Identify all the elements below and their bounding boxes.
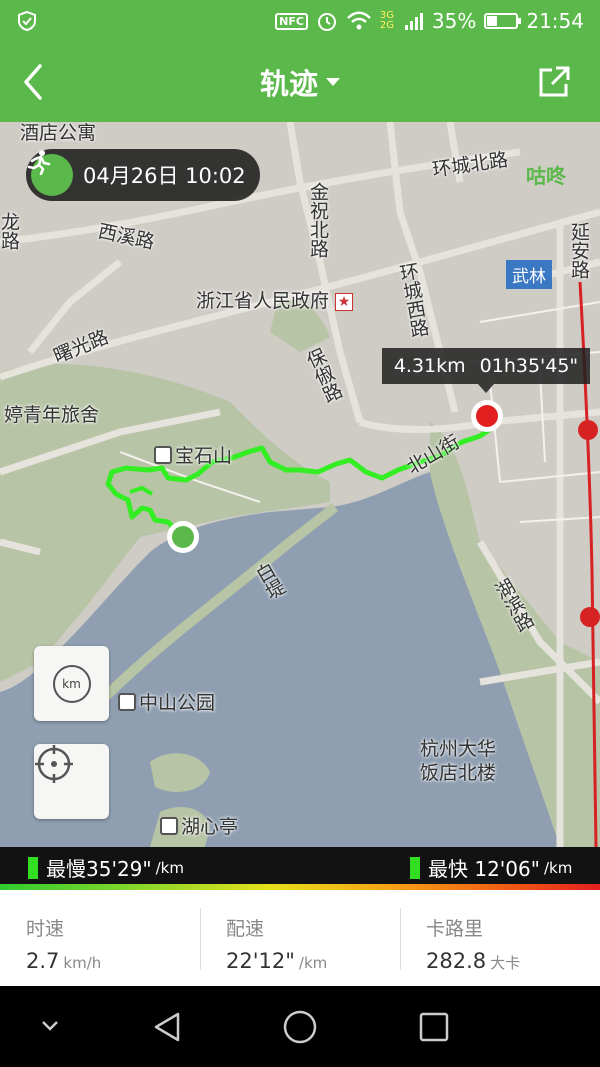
fastest-pace-label: 最快 12'06" (428, 857, 540, 881)
pace-unit: /km (543, 858, 573, 877)
recents-square-icon[interactable] (418, 1011, 450, 1043)
metro-station-label: 武林 (506, 260, 552, 289)
km-icon: km (52, 664, 91, 703)
activity-time-pill: 04月26日 10:02 (26, 149, 260, 201)
slow-swatch (28, 856, 38, 879)
map-label: 龙路 (0, 212, 20, 250)
stat-label: 配速 (226, 918, 265, 940)
poi-label: 宝石山 (175, 445, 233, 467)
status-bar: NFC 3G 2G 35% 21:54 (0, 0, 600, 42)
stat-unit: /km (298, 954, 328, 972)
track-summary-tooltip: 4.31km 01h35'45" (382, 348, 590, 393)
stat-label: 时速 (26, 918, 65, 940)
km-markers-button[interactable]: km (34, 646, 109, 721)
map-label: 金祝北路 (307, 182, 329, 258)
crosshair-icon (35, 745, 73, 783)
poi-label: 浙江省人民政府 (196, 290, 330, 312)
speed-legend: 最慢35'29" /km 最快 12'06" /km (0, 847, 600, 884)
locate-button[interactable] (34, 744, 109, 819)
status-time: 21:54 (526, 9, 584, 33)
map-label: 婷青年旅舍 (4, 404, 100, 426)
map-label: 杭州大华 (420, 738, 497, 760)
alarm-icon (317, 13, 336, 31)
stat-speed: 时速 2.7 km/h (0, 890, 200, 986)
slowest-pace-label: 最慢35'29" (46, 857, 152, 881)
signal-icon (404, 13, 423, 30)
shield-icon (18, 10, 36, 32)
share-external-icon[interactable] (536, 64, 572, 100)
battery-icon (484, 13, 522, 29)
scenic-icon (160, 817, 178, 835)
track-type-dropdown[interactable]: 轨迹 (0, 42, 600, 122)
battery-percent: 35% (431, 9, 477, 33)
pace-unit: /km (155, 858, 184, 877)
battery-fill (487, 16, 498, 26)
nfc-icon: NFC (275, 12, 308, 30)
stat-pace: 配速 22'12"/km (200, 890, 400, 986)
track-duration: 01h35'45" (479, 355, 579, 377)
map-view[interactable]: 酒店公寓 环城北路 咕咚 西溪路 金祝北路 延安路 武林 浙江省人民政府 ★ 曙… (0, 122, 600, 847)
park-icon (118, 693, 136, 711)
stat-value: 2.7 (26, 949, 60, 973)
poi-label: 湖心亭 (181, 816, 239, 838)
map-background (0, 122, 600, 847)
start-marker-icon[interactable] (164, 518, 202, 556)
km-button-label: km (62, 676, 81, 691)
end-marker-icon[interactable] (468, 397, 506, 435)
map-label: 酒店公寓 (20, 122, 97, 144)
stat-unit: 大卡 (490, 954, 521, 972)
network-type: 3G 2G (379, 10, 395, 31)
stats-panel: 时速 2.7 km/h 配速 22'12"/km 卡路里 282.8 大卡 (0, 890, 600, 986)
stat-unit: km/h (63, 954, 102, 972)
slowest-pace: 最慢35'29" /km (28, 853, 184, 882)
caret-down-icon (326, 78, 340, 86)
gudong-watermark: 咕咚 (526, 164, 566, 188)
chevron-down-icon[interactable] (38, 1016, 62, 1036)
running-icon (27, 150, 73, 196)
home-circle-icon[interactable] (282, 1009, 318, 1045)
activity-datetime: 04月26日 10:02 (83, 164, 246, 188)
system-nav-bar (0, 986, 600, 1067)
track-distance: 4.31km (393, 355, 466, 377)
fastest-pace: 最快 12'06" /km (410, 853, 572, 882)
map-label: 浙江省人民政府 ★ (196, 286, 354, 313)
scenic-icon (154, 446, 172, 464)
poi-label: 中山公园 (139, 692, 216, 714)
map-label: 延安路 (568, 222, 590, 279)
stat-value: 22'12" (226, 949, 295, 973)
wifi-icon (347, 11, 371, 30)
nav-bar: 轨迹 (0, 42, 600, 122)
map-label: 饭店北楼 (420, 762, 497, 784)
star-icon: ★ (335, 293, 354, 311)
stat-label: 卡路里 (426, 918, 484, 940)
map-label: 湖心亭 (160, 812, 238, 839)
page-title: 轨迹 (259, 67, 318, 101)
stat-value: 282.8 (426, 949, 487, 973)
map-label: 宝石山 (154, 441, 232, 468)
back-triangle-icon[interactable] (150, 1010, 184, 1044)
map-label: 中山公园 (118, 688, 215, 715)
stat-calories: 卡路里 282.8 大卡 (400, 890, 600, 986)
fast-swatch (410, 856, 420, 879)
